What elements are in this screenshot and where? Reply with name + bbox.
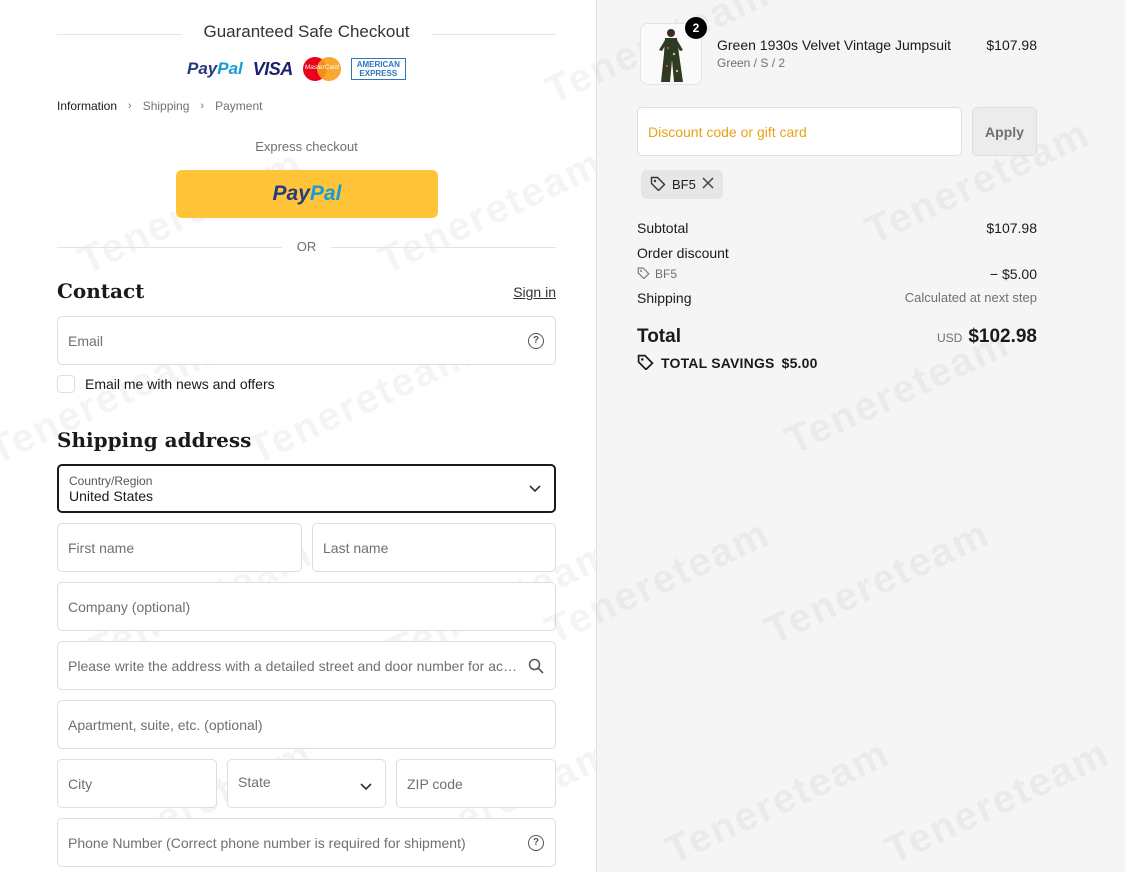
watermark: Tenereteam bbox=[659, 731, 897, 872]
last-name-field[interactable]: Last name bbox=[312, 523, 556, 572]
product-variant: Green / S / 2 bbox=[717, 56, 786, 70]
chevron-right-icon: › bbox=[128, 100, 132, 112]
shipping-row: Shipping Calculated at next step bbox=[637, 290, 1037, 306]
total-value: $102.98 bbox=[968, 326, 1037, 347]
chevron-down-icon bbox=[357, 778, 375, 796]
or-divider: OR bbox=[57, 239, 556, 254]
tag-icon bbox=[637, 353, 654, 373]
total-savings: TOTAL SAVINGS $5.00 bbox=[637, 353, 818, 373]
country-label: Country/Region bbox=[69, 473, 153, 488]
visa-logo: VISA bbox=[252, 58, 294, 79]
order-discount-row: Order discount bbox=[637, 245, 1037, 261]
express-checkout-label: Express checkout bbox=[255, 139, 358, 154]
state-select[interactable]: State bbox=[227, 759, 386, 808]
chevron-right-icon: › bbox=[200, 100, 205, 112]
company-field[interactable]: Company (optional) bbox=[57, 582, 556, 631]
newsletter-label: Email me with news and offers bbox=[85, 376, 275, 392]
product-price: $107.98 bbox=[986, 37, 1037, 53]
applied-code: BF5 bbox=[672, 177, 696, 192]
contact-heading: Contact bbox=[57, 279, 145, 303]
subtotal-row: Subtotal $107.98 bbox=[637, 220, 1037, 236]
chevron-down-icon bbox=[526, 480, 544, 498]
help-icon[interactable]: ? bbox=[528, 834, 544, 851]
newsletter-checkbox[interactable] bbox=[57, 375, 75, 393]
breadcrumb-information[interactable]: Information bbox=[57, 99, 117, 113]
product-name: Green 1930s Velvet Vintage Jumpsuit bbox=[717, 37, 952, 53]
watermark: Tenereteam bbox=[759, 511, 997, 654]
breadcrumb-shipping[interactable]: Shipping bbox=[143, 99, 190, 113]
discount-code-field[interactable]: Discount code or gift card bbox=[637, 107, 962, 156]
mastercard-logo: MasterCard bbox=[302, 57, 341, 81]
first-name-field[interactable]: First name bbox=[57, 523, 302, 572]
phone-field[interactable]: Phone Number (Correct phone number is re… bbox=[57, 818, 556, 867]
payment-logos: PayPal VISA MasterCard AMERICAN EXPRESS bbox=[187, 57, 406, 81]
tag-icon bbox=[650, 175, 666, 194]
shipping-label: Shipping bbox=[637, 290, 692, 306]
currency-code: USD bbox=[936, 331, 963, 345]
shipping-address-heading: Shipping address bbox=[57, 428, 252, 452]
savings-value: $5.00 bbox=[781, 355, 818, 371]
email-field[interactable]: Email ? bbox=[57, 316, 556, 365]
breadcrumb: Information › Shipping › Payment bbox=[57, 99, 262, 113]
country-select[interactable]: Country/Region United States bbox=[57, 464, 556, 513]
applied-discount-chip: BF5 bbox=[641, 170, 723, 199]
remove-discount-icon[interactable] bbox=[702, 177, 714, 192]
order-discount-label: Order discount bbox=[637, 245, 729, 261]
address-field[interactable]: Please write the address with a detailed… bbox=[57, 641, 556, 690]
subtotal-value: $107.98 bbox=[986, 220, 1037, 236]
city-field[interactable]: City bbox=[57, 759, 217, 808]
amex-logo: AMERICAN EXPRESS bbox=[350, 58, 406, 80]
savings-label: TOTAL SAVINGS bbox=[661, 355, 775, 371]
paypal-button[interactable]: Pay Pal bbox=[176, 170, 438, 218]
watermark: Tenereteam bbox=[879, 731, 1117, 872]
total-row: Total USD $102.98 bbox=[637, 326, 1037, 348]
apply-button[interactable]: Apply bbox=[972, 107, 1037, 156]
safe-checkout-title: Guaranteed Safe Checkout bbox=[57, 22, 556, 42]
search-icon bbox=[527, 657, 545, 675]
breadcrumb-payment[interactable]: Payment bbox=[215, 99, 262, 113]
subtotal-label: Subtotal bbox=[637, 220, 689, 236]
total-label: Total bbox=[637, 326, 681, 347]
quantity-badge: 2 bbox=[685, 17, 707, 39]
zip-code-field[interactable]: ZIP code bbox=[396, 759, 556, 808]
shipping-value: Calculated at next step bbox=[904, 290, 1037, 305]
newsletter-checkbox-row[interactable]: Email me with news and offers bbox=[57, 375, 275, 393]
sign-in-link[interactable]: Sign in bbox=[513, 284, 556, 300]
apartment-field[interactable]: Apartment, suite, etc. (optional) bbox=[57, 700, 556, 749]
order-discount-value: − $5.00 bbox=[989, 266, 1037, 282]
order-discount-value-row: − $5.00 bbox=[637, 266, 1037, 282]
paypal-logo: PayPal bbox=[187, 59, 243, 78]
help-icon[interactable]: ? bbox=[528, 332, 544, 349]
checkout-form-panel: Tenereteam Tenereteam Tenereteam Teneret… bbox=[0, 0, 619, 872]
country-value: United States bbox=[69, 487, 154, 504]
